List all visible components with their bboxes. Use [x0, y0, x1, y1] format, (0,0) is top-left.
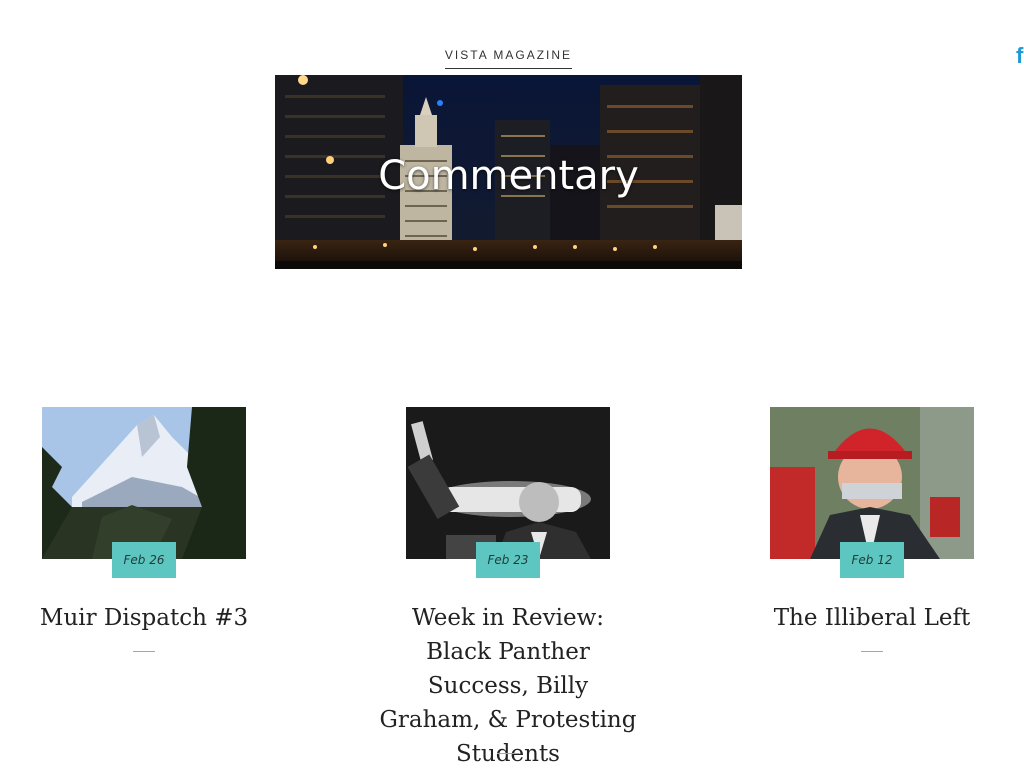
preacher-image — [406, 407, 610, 559]
post-title-link[interactable]: The Illiberal Left — [762, 601, 982, 635]
post-card — [770, 407, 974, 559]
date-badge: Feb 12 — [840, 542, 904, 578]
social-links: f — [1016, 44, 1024, 68]
post-thumbnail-link[interactable] — [42, 407, 246, 559]
post-title-link[interactable]: Muir Dispatch #3 — [34, 601, 254, 635]
hero-title: Commentary — [378, 153, 639, 199]
post-thumbnail-link[interactable] — [406, 407, 610, 559]
site-nav: VISTA MAGAZINE — [442, 46, 575, 69]
facebook-icon[interactable]: f — [1016, 44, 1023, 68]
page: VISTA MAGAZINE f Commentary Feb 26 Muir … — [0, 0, 1024, 769]
hero-banner: Commentary — [275, 75, 742, 269]
date-badge: Feb 23 — [476, 542, 540, 578]
title-divider — [497, 753, 519, 754]
post-thumbnail-link[interactable] — [770, 407, 974, 559]
date-badge: Feb 26 — [112, 542, 176, 578]
title-divider — [133, 651, 155, 652]
title-divider — [861, 651, 883, 652]
post-card — [406, 407, 610, 559]
post-card — [42, 407, 246, 559]
protester-image — [770, 407, 974, 559]
post-title-link[interactable]: Week in Review: Black Panther Success, B… — [378, 601, 638, 769]
site-name-link[interactable]: VISTA MAGAZINE — [444, 48, 573, 69]
mountain-image — [42, 407, 246, 559]
